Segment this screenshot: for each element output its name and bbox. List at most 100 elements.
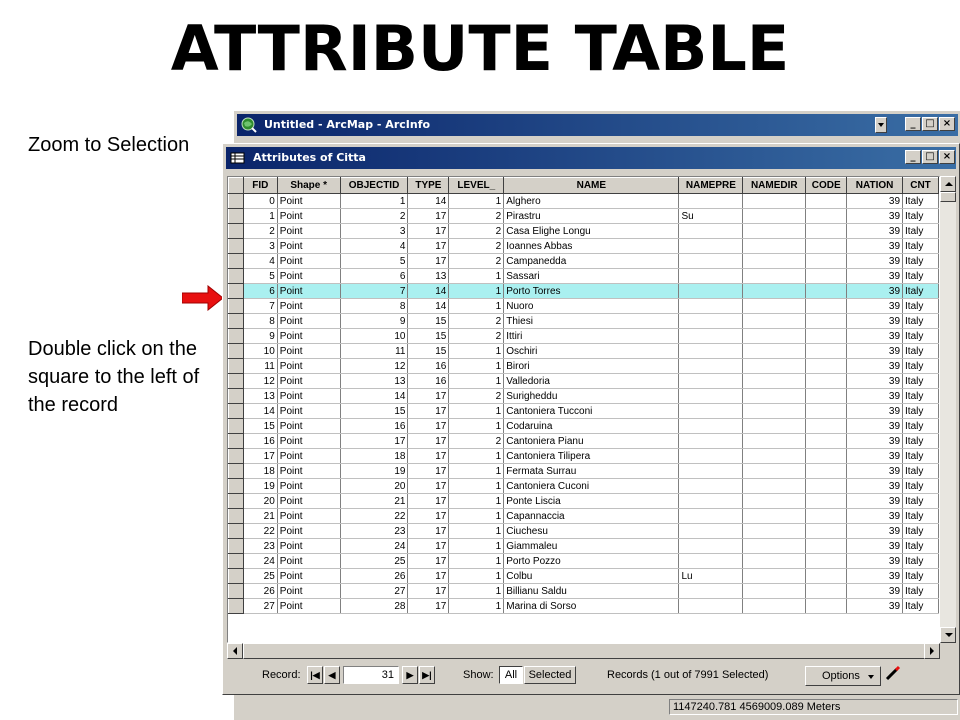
table-cell[interactable]: 21: [243, 508, 278, 524]
column-header[interactable]: TYPE: [407, 177, 450, 194]
table-cell[interactable]: [742, 328, 807, 344]
row-selector-square[interactable]: [228, 223, 244, 239]
arcmap-titlebar[interactable]: Untitled - ArcMap - ArcInfo _ □ ×: [237, 114, 958, 136]
table-cell[interactable]: 39: [846, 313, 904, 329]
table-cell[interactable]: 12: [340, 358, 409, 374]
table-cell[interactable]: 9: [340, 313, 409, 329]
table-cell[interactable]: 26: [243, 583, 278, 599]
table-cell[interactable]: 3: [243, 238, 278, 254]
table-cell[interactable]: Su: [678, 208, 744, 224]
table-cell[interactable]: 13: [340, 373, 409, 389]
table-cell[interactable]: 39: [846, 553, 904, 569]
table-cell[interactable]: [805, 388, 848, 404]
table-row[interactable]: 9 Point 10 15 2 Ittiri 39 Italy: [228, 328, 939, 344]
column-header[interactable]: Shape *: [276, 177, 341, 194]
table-row[interactable]: 15 Point 16 17 1 Codaruina 39 Italy: [228, 418, 939, 434]
table-cell[interactable]: [742, 208, 807, 224]
table-cell[interactable]: Cantoniera Pianu: [503, 433, 680, 449]
table-cell[interactable]: Italy: [902, 283, 939, 299]
table-cell[interactable]: 10: [243, 343, 278, 359]
table-cell[interactable]: 20: [243, 493, 278, 509]
maximize-button[interactable]: □: [922, 117, 938, 131]
table-cell[interactable]: Point: [277, 343, 341, 359]
table-row[interactable]: 2 Point 3 17 2 Casa Elighe Longu 39 Italy: [228, 223, 939, 239]
table-cell[interactable]: Italy: [902, 583, 939, 599]
table-cell[interactable]: Point: [277, 373, 341, 389]
table-cell[interactable]: 14: [340, 388, 409, 404]
table-cell[interactable]: 1: [448, 568, 505, 584]
table-cell[interactable]: 17: [407, 568, 450, 584]
table-cell[interactable]: 39: [846, 358, 904, 374]
table-cell[interactable]: Point: [277, 553, 341, 569]
table-cell[interactable]: [805, 523, 848, 539]
table-cell[interactable]: [678, 418, 744, 434]
first-record-icon[interactable]: |◀: [307, 666, 323, 684]
row-selector-square[interactable]: [228, 208, 244, 224]
table-cell[interactable]: 17: [407, 493, 450, 509]
table-cell[interactable]: 27: [243, 598, 278, 614]
table-cell[interactable]: [678, 583, 744, 599]
table-cell[interactable]: [805, 448, 848, 464]
table-cell[interactable]: 22: [243, 523, 278, 539]
row-selector-square[interactable]: [228, 193, 244, 209]
table-cell[interactable]: 15: [407, 313, 450, 329]
show-selected-button[interactable]: Selected: [524, 666, 576, 684]
horizontal-scroll-thumb[interactable]: [243, 643, 933, 659]
row-selector-square[interactable]: [228, 253, 244, 269]
row-selector-square[interactable]: [228, 358, 244, 374]
table-cell[interactable]: 39: [846, 463, 904, 479]
column-header[interactable]: CODE: [805, 177, 848, 194]
column-header[interactable]: NAMEDIR: [742, 177, 807, 194]
table-row[interactable]: 18 Point 19 17 1 Fermata Surrau 39 Italy: [228, 463, 939, 479]
table-cell[interactable]: Point: [277, 313, 341, 329]
table-cell[interactable]: 17: [407, 388, 450, 404]
row-selector-square[interactable]: [228, 373, 244, 389]
table-cell[interactable]: [742, 448, 807, 464]
table-cell[interactable]: Point: [277, 328, 341, 344]
table-cell[interactable]: 6: [243, 283, 278, 299]
table-cell[interactable]: Italy: [902, 328, 939, 344]
horizontal-scrollbar[interactable]: [227, 643, 940, 659]
table-cell[interactable]: Point: [277, 568, 341, 584]
table-cell[interactable]: 39: [846, 493, 904, 509]
last-record-icon[interactable]: ▶|: [419, 666, 435, 684]
table-cell[interactable]: 17: [407, 223, 450, 239]
table-cell[interactable]: Campanedda: [503, 253, 680, 269]
table-row[interactable]: 6 Point 7 14 1 Porto Torres 39 Italy: [228, 283, 939, 299]
table-cell[interactable]: [742, 268, 807, 284]
table-cell[interactable]: Point: [277, 283, 341, 299]
row-selector-square[interactable]: [228, 538, 244, 554]
table-cell[interactable]: 27: [340, 583, 409, 599]
table-cell[interactable]: Giammaleu: [503, 538, 680, 554]
table-cell[interactable]: 11: [243, 358, 278, 374]
table-cell[interactable]: Point: [277, 268, 341, 284]
table-cell[interactable]: 24: [340, 538, 409, 554]
table-cell[interactable]: Italy: [902, 388, 939, 404]
table-cell[interactable]: 1: [448, 538, 505, 554]
table-cell[interactable]: Point: [277, 583, 341, 599]
table-cell[interactable]: Italy: [902, 373, 939, 389]
table-cell[interactable]: [742, 553, 807, 569]
table-cell[interactable]: Italy: [902, 568, 939, 584]
table-cell[interactable]: 10: [340, 328, 409, 344]
table-cell[interactable]: [742, 493, 807, 509]
table-cell[interactable]: 17: [407, 523, 450, 539]
table-cell[interactable]: 39: [846, 298, 904, 314]
table-cell[interactable]: Cantoniera Cuconi: [503, 478, 680, 494]
table-cell[interactable]: 7: [243, 298, 278, 314]
table-cell[interactable]: 39: [846, 403, 904, 419]
table-row[interactable]: 13 Point 14 17 2 Surigheddu 39 Italy: [228, 388, 939, 404]
column-header[interactable]: LEVEL_: [448, 177, 505, 194]
row-selector-square[interactable]: [228, 568, 244, 584]
scroll-right-arrow-icon[interactable]: [924, 643, 940, 659]
table-cell[interactable]: 21: [340, 493, 409, 509]
column-header[interactable]: FID: [242, 177, 278, 194]
table-cell[interactable]: [678, 478, 744, 494]
table-cell[interactable]: 1: [448, 268, 505, 284]
table-cell[interactable]: 39: [846, 238, 904, 254]
table-cell[interactable]: Point: [277, 403, 341, 419]
table-cell[interactable]: [678, 223, 744, 239]
table-cell[interactable]: 1: [448, 403, 505, 419]
close-button[interactable]: ×: [939, 117, 955, 131]
table-cell[interactable]: 17: [407, 433, 450, 449]
